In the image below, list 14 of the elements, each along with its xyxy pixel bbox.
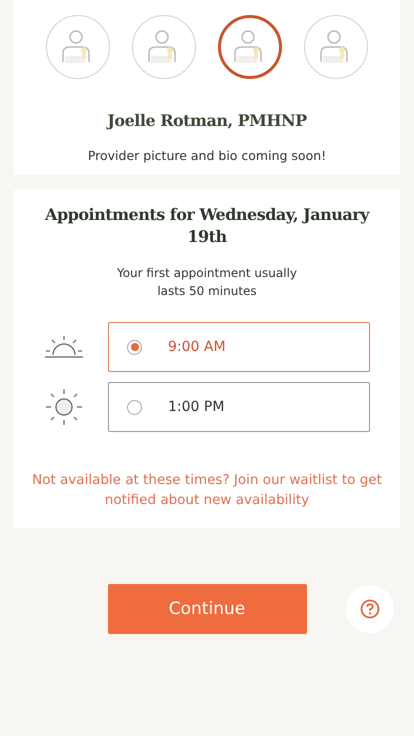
radio-button[interactable]: [127, 400, 142, 414]
provider-note: Provider picture and bio coming soon!: [88, 148, 326, 163]
continue-button[interactable]: Continue: [108, 584, 306, 634]
radio-button[interactable]: [127, 340, 142, 354]
time-slot-option[interactable]: 1:00 PM: [108, 382, 370, 432]
appointments-title: Appointments for Wednesday, January 19th: [44, 204, 371, 248]
time-slot-option[interactable]: 9:00 AM: [108, 322, 370, 372]
waitlist-link[interactable]: Not available at these times? Join our waitlist to get notified about new availability: [22, 470, 392, 510]
help-button[interactable]: [346, 585, 394, 633]
provider-name: Joelle Rotman, PMHNP: [107, 111, 307, 130]
appointment-duration-note: Your first appointment usually lasts 50 minutes: [116, 265, 298, 300]
sunrise-icon: [44, 335, 84, 359]
help-icon: [360, 599, 380, 619]
sun-icon: [44, 387, 84, 427]
